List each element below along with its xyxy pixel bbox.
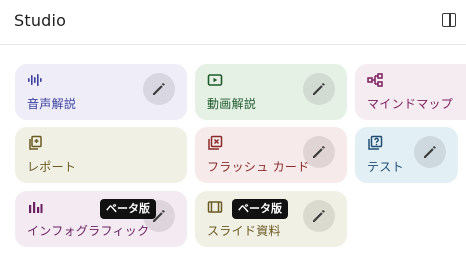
beta-badge: ベータ版 xyxy=(232,199,288,219)
card-label: マインドマップ xyxy=(367,97,454,111)
slides-icon xyxy=(207,199,223,215)
edit-button[interactable] xyxy=(303,136,335,168)
mind-map-card[interactable]: マインドマップ xyxy=(355,64,466,120)
studio-title: Studio xyxy=(14,11,67,30)
edit-button[interactable] xyxy=(303,200,335,232)
pencil-icon xyxy=(153,210,165,222)
card-label: インフォグラフィック xyxy=(27,224,150,238)
pencil-icon xyxy=(313,210,325,222)
bar-chart-icon xyxy=(27,199,43,215)
infographic-card[interactable]: インフォグラフィック ベータ版 xyxy=(15,191,187,247)
card-label: テスト xyxy=(367,160,404,174)
pencil-icon xyxy=(313,83,325,95)
flashcard-card[interactable]: フラッシュ カード xyxy=(195,127,347,183)
card-label: レポート xyxy=(27,160,77,174)
report-card[interactable]: レポート xyxy=(15,127,187,183)
flashcard-icon xyxy=(207,135,223,151)
audio-waveform-icon xyxy=(27,72,43,88)
pencil-icon xyxy=(313,146,325,158)
edit-button[interactable] xyxy=(143,200,175,232)
video-play-icon xyxy=(207,72,223,88)
edit-button[interactable] xyxy=(143,73,175,105)
edit-button[interactable] xyxy=(414,136,446,168)
card-label: 音声解説 xyxy=(27,97,77,111)
card-label: 動画解説 xyxy=(207,97,257,111)
video-overview-card[interactable]: 動画解説 xyxy=(195,64,347,120)
edit-button[interactable] xyxy=(303,73,335,105)
mind-map-icon xyxy=(367,72,383,88)
studio-header: Studio xyxy=(0,0,466,45)
card-label: スライド資料 xyxy=(207,224,281,238)
quiz-icon xyxy=(367,135,383,151)
report-icon xyxy=(27,135,43,151)
test-card[interactable]: テスト xyxy=(355,127,458,183)
pencil-icon xyxy=(424,146,436,158)
card-label: フラッシュ カード xyxy=(207,160,310,174)
slides-card[interactable]: スライド資料 ベータ版 xyxy=(195,191,347,247)
pencil-icon xyxy=(153,83,165,95)
audio-overview-card[interactable]: 音声解説 xyxy=(15,64,187,120)
side-panel-icon[interactable] xyxy=(442,13,456,27)
